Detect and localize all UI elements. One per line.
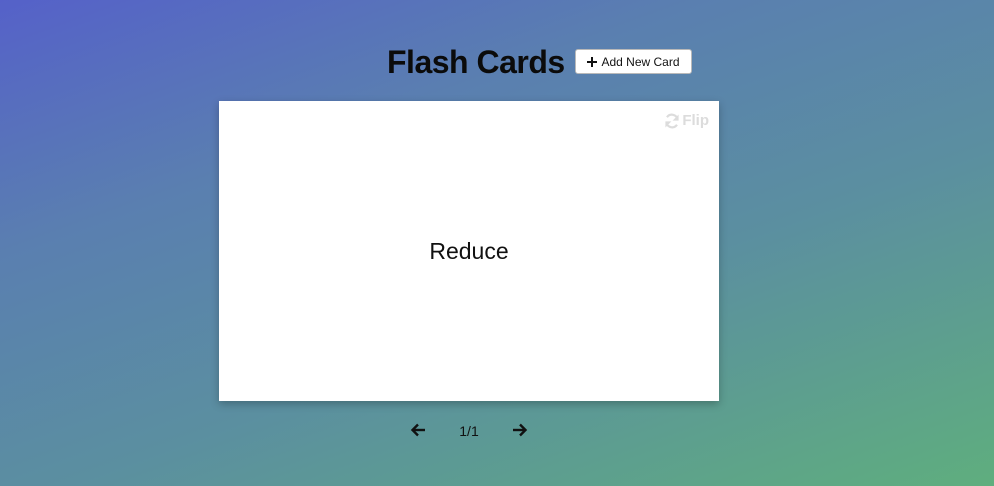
add-new-card-button[interactable]: Add New Card <box>575 49 692 74</box>
refresh-icon <box>664 113 680 129</box>
flip-button[interactable]: Flip <box>664 112 709 129</box>
card-word: Reduce <box>429 237 509 264</box>
page-title: Flash Cards <box>387 44 565 80</box>
arrow-left-icon <box>410 423 426 442</box>
previous-card-button[interactable] <box>408 422 428 442</box>
add-new-card-label: Add New Card <box>601 54 680 69</box>
header: Flash Cards Add New Card <box>0 40 994 84</box>
card-counter: 1/1 <box>459 423 479 439</box>
flash-card[interactable]: Reduce Flip <box>219 101 719 401</box>
card-navigation: 1/1 <box>0 420 994 444</box>
plus-icon <box>587 56 598 67</box>
next-card-button[interactable] <box>510 422 530 442</box>
flip-label: Flip <box>682 112 709 129</box>
arrow-right-icon <box>512 423 528 442</box>
